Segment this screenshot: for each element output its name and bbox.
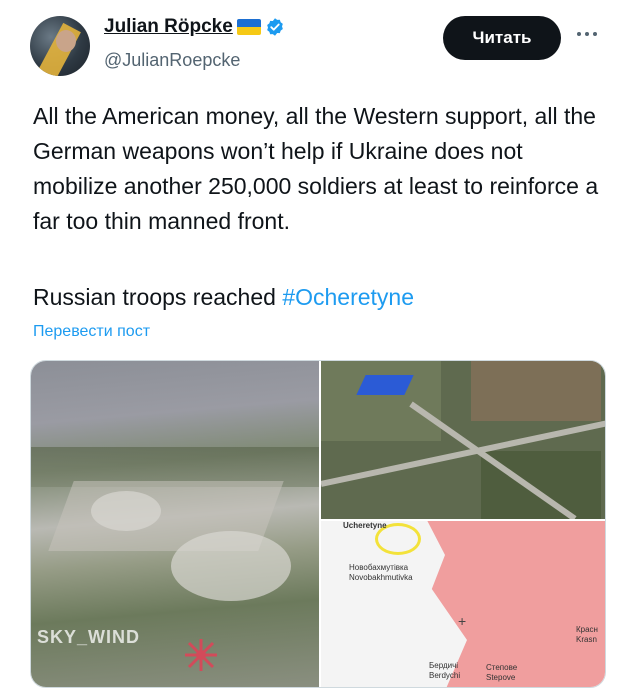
author-name[interactable]: Julian Röpcke <box>104 16 233 38</box>
satellite-photo[interactable] <box>321 361 605 519</box>
watermark-logo-icon <box>185 639 217 671</box>
watermark-text: SKY_WIND <box>37 627 141 647</box>
second-line-text: Russian troops reached <box>33 284 283 310</box>
drone-photo[interactable]: SKY_WIND <box>31 361 319 687</box>
author-name-row: Julian Röpcke <box>104 16 285 38</box>
translate-post-link[interactable]: Перевести пост <box>33 323 150 341</box>
frontline-map[interactable]: Ucheretyne Новобахмутівка Novobakhmutivk… <box>321 521 605 687</box>
avatar-stripe <box>35 22 81 76</box>
avatar-face <box>56 30 76 52</box>
tweet-second-line: Russian troops reached #Ocheretyne <box>33 280 414 314</box>
author-handle[interactable]: @JulianRoepcke <box>104 50 240 71</box>
more-options-icon[interactable] <box>570 24 604 44</box>
ukraine-flag-icon <box>236 19 261 35</box>
media-grid[interactable]: SKY_WIND Ucheretyne Новобахмутівка Novob… <box>30 360 606 688</box>
hashtag-link[interactable]: #Ocheretyne <box>282 284 414 310</box>
follow-button[interactable]: Читать <box>443 16 561 60</box>
verified-badge-icon <box>266 18 283 36</box>
avatar[interactable] <box>30 16 90 76</box>
map-marker-icon: + <box>458 613 467 629</box>
tweet-text: All the American money, all the Western … <box>33 103 599 234</box>
right-media-column: Ucheretyne Новобахмутівка Novobakhmutivk… <box>321 361 605 687</box>
